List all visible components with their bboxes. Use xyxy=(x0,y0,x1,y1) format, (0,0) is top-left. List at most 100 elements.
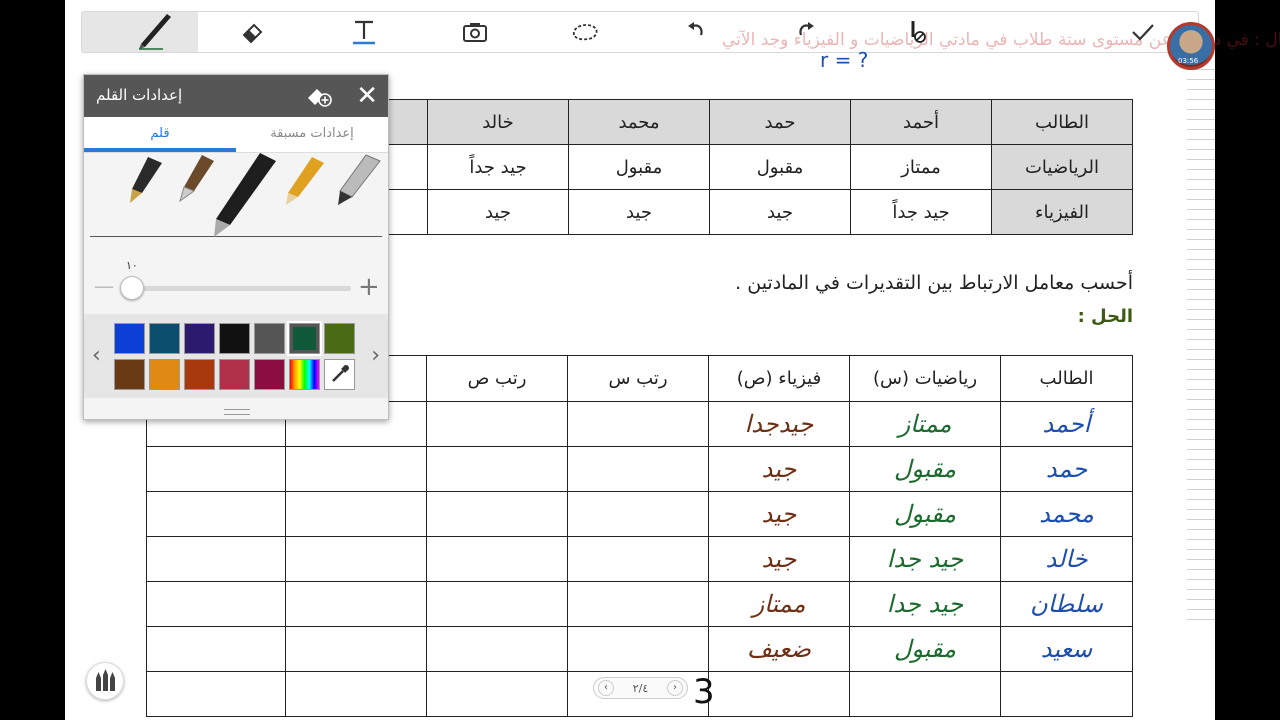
column-header: رتب س xyxy=(567,355,709,402)
undo-button[interactable] xyxy=(666,12,726,52)
pen-settings-panel: إعدادات القلم ✕ قلم إعدادات مسبقة ١٠ — +… xyxy=(83,74,389,420)
table-cell: مقبول xyxy=(849,446,1001,492)
eraser-tool-button[interactable] xyxy=(223,12,283,52)
size-increase-button[interactable]: + xyxy=(358,272,380,302)
table-cell: محمد xyxy=(568,99,710,145)
table-cell: جيد xyxy=(427,189,569,235)
table-cell xyxy=(285,626,427,672)
drawing-toolbar: مثال : في دراسة عن مستوى ستة طلاب في ماد… xyxy=(81,11,1280,53)
tab-presets[interactable]: إعدادات مسبقة xyxy=(236,117,388,152)
pencil-icon[interactable] xyxy=(286,157,324,205)
table-cell: حمد xyxy=(709,99,851,145)
page-navigator: ‹ ٢/٤ › xyxy=(593,677,688,699)
done-button[interactable] xyxy=(1113,12,1173,52)
color-swatch[interactable] xyxy=(254,323,285,354)
color-swatch[interactable] xyxy=(254,359,285,390)
pen-size-slider[interactable] xyxy=(129,286,351,291)
palette-next-arrow[interactable]: › xyxy=(371,343,380,368)
table-cell xyxy=(285,491,427,537)
color-swatch[interactable] xyxy=(149,359,180,390)
table-cell xyxy=(285,536,427,582)
table-cell: حمد xyxy=(1000,446,1133,492)
table-cell: سلطان xyxy=(1000,581,1133,627)
table-cell xyxy=(146,446,286,492)
table-cell xyxy=(567,536,709,582)
table-cell: ممتاز xyxy=(708,581,850,627)
table-cell xyxy=(426,446,568,492)
table-cell xyxy=(285,581,427,627)
check-icon xyxy=(1132,24,1154,41)
redo-button[interactable] xyxy=(776,12,836,52)
column-header: رتب ص xyxy=(426,355,568,402)
pen-size-value: ١٠ xyxy=(126,259,138,272)
color-swatch[interactable] xyxy=(287,321,322,356)
color-swatch[interactable] xyxy=(114,323,145,354)
table-cell xyxy=(426,401,568,447)
table-cell: أحمد xyxy=(1000,401,1133,447)
table-cell: جيد xyxy=(708,491,850,537)
palette-prev-arrow[interactable]: ‹ xyxy=(92,343,101,368)
ruled-margin xyxy=(1187,60,1215,620)
table-cell xyxy=(567,491,709,537)
lasso-button[interactable] xyxy=(555,12,615,52)
table-cell: جيد جداً xyxy=(427,144,569,190)
table-cell xyxy=(426,671,568,717)
table-cell: جيد xyxy=(709,189,851,235)
marker-pen-icon[interactable] xyxy=(338,154,381,205)
table-cell xyxy=(567,401,709,447)
table-cell xyxy=(426,626,568,672)
size-decrease-button[interactable]: — xyxy=(94,274,114,298)
solution-label: الحل : xyxy=(1077,306,1133,327)
color-swatch[interactable] xyxy=(184,323,215,354)
color-swatch[interactable] xyxy=(219,323,250,354)
color-picker-swatch[interactable] xyxy=(289,359,320,390)
table-cell: مقبول xyxy=(709,144,851,190)
panel-title: إعدادات القلم xyxy=(96,86,183,104)
handwritten-equation: r = ? xyxy=(820,48,869,72)
text-tool-button[interactable] xyxy=(334,12,394,52)
pointer-toggle-button[interactable] xyxy=(887,12,947,52)
ballpoint-pen-icon[interactable] xyxy=(214,153,276,237)
eyedropper-icon[interactable] xyxy=(324,359,355,390)
table-cell: جيد xyxy=(708,446,850,492)
table-cell xyxy=(426,581,568,627)
color-swatch[interactable] xyxy=(219,359,250,390)
prev-page-button[interactable]: ‹ xyxy=(598,680,614,696)
clear-all-icon[interactable] xyxy=(306,84,332,108)
undo-icon xyxy=(688,22,703,36)
tab-pen[interactable]: قلم xyxy=(84,117,236,152)
color-swatch[interactable] xyxy=(114,359,145,390)
fountain-pen-icon[interactable] xyxy=(130,157,162,203)
table-cell xyxy=(146,671,286,717)
table-cell: جيد xyxy=(568,189,710,235)
table-cell: سعيد xyxy=(1000,626,1133,672)
table-cell xyxy=(146,491,286,537)
panel-header: إعدادات القلم ✕ xyxy=(84,75,388,117)
color-swatch[interactable] xyxy=(184,359,215,390)
table-cell xyxy=(708,671,850,717)
table-row: حمد مقبول جيد xyxy=(146,446,1133,492)
color-swatch[interactable] xyxy=(149,323,180,354)
table-cell xyxy=(285,446,427,492)
table-cell: أحمد xyxy=(850,99,992,145)
pen-tool-button[interactable] xyxy=(82,12,198,52)
table-cell: ضعيف xyxy=(708,626,850,672)
redo-icon xyxy=(799,22,814,36)
calligraphy-pen-icon[interactable] xyxy=(179,155,214,203)
screen-capture-button[interactable] xyxy=(445,12,505,52)
table-cell xyxy=(567,626,709,672)
table-cell xyxy=(567,446,709,492)
table-cell xyxy=(426,491,568,537)
close-icon[interactable]: ✕ xyxy=(356,81,378,111)
next-page-button[interactable]: › xyxy=(667,680,683,696)
column-header: رياضيات (س) xyxy=(849,355,1001,402)
pen-menu-button[interactable] xyxy=(86,662,124,700)
table-cell: جيد جداً xyxy=(850,189,992,235)
table-cell xyxy=(1000,671,1133,717)
pen-icon xyxy=(139,14,171,50)
pens-icon xyxy=(96,669,115,691)
pen-size-slider-knob[interactable] xyxy=(120,276,144,300)
table-cell: الطالب xyxy=(991,99,1133,145)
color-swatch[interactable] xyxy=(324,323,355,354)
panel-drag-handle[interactable] xyxy=(224,409,250,415)
